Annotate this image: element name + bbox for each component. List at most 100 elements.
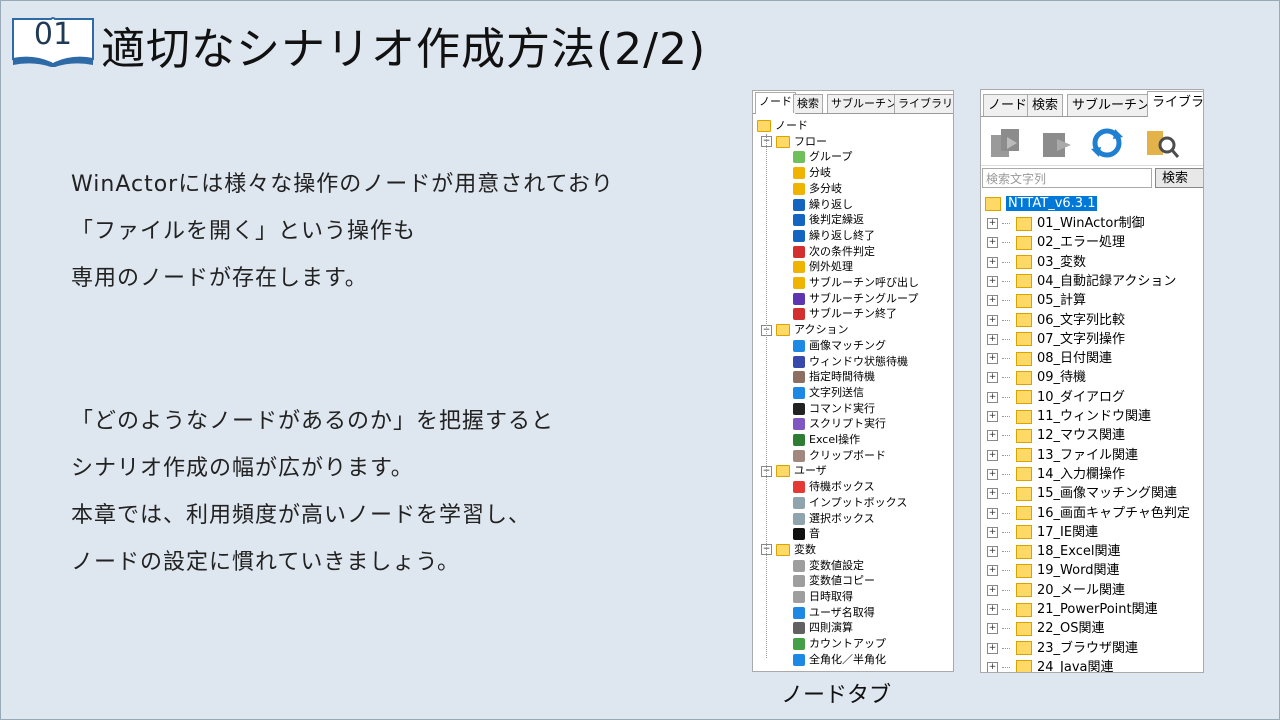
library-item[interactable]: +17_IE関連 bbox=[987, 523, 1098, 542]
tab-library[interactable]: ライブラリ bbox=[894, 94, 953, 113]
expand-icon[interactable]: + bbox=[987, 295, 998, 307]
tree-group[interactable]: − ユーザ bbox=[761, 463, 827, 479]
library-item[interactable]: +04_自動記録アクション bbox=[987, 272, 1176, 291]
tree-node-item[interactable]: 繰り返し終了 bbox=[793, 228, 875, 244]
tree-node-item[interactable]: 全角化／半角化 bbox=[793, 652, 886, 668]
tree-node-item[interactable]: 選択ボックス bbox=[793, 511, 875, 527]
expand-icon[interactable]: + bbox=[987, 488, 998, 500]
expand-icon[interactable]: + bbox=[987, 333, 998, 345]
tree-node-item[interactable]: 四則演算 bbox=[793, 620, 853, 636]
expand-icon[interactable]: + bbox=[987, 642, 998, 654]
tree-group[interactable]: − フロー bbox=[761, 134, 827, 150]
library-item[interactable]: +08_日付関連 bbox=[987, 349, 1112, 368]
expand-icon[interactable]: + bbox=[987, 623, 998, 635]
tree-node-item[interactable]: ウィンドウ状態待機 bbox=[793, 354, 908, 370]
tree-node-item[interactable]: インプットボックス bbox=[793, 495, 907, 511]
expand-icon[interactable]: + bbox=[987, 391, 998, 403]
expand-icon[interactable]: + bbox=[987, 353, 998, 365]
expand-icon[interactable]: + bbox=[987, 661, 998, 672]
library-item[interactable]: +05_計算 bbox=[987, 291, 1086, 310]
tree-group[interactable]: − 変数 bbox=[761, 542, 816, 558]
tree-node-item[interactable]: サブルーチン呼び出し bbox=[793, 275, 919, 291]
expand-icon[interactable]: + bbox=[987, 604, 998, 615]
expand-icon[interactable]: + bbox=[987, 411, 998, 422]
library-item[interactable]: +09_待機 bbox=[987, 368, 1086, 387]
tree-node-item[interactable]: 画像マッチング bbox=[793, 338, 886, 354]
tab-node[interactable]: ノード bbox=[755, 92, 796, 114]
library-item[interactable]: +24_Java関連 bbox=[987, 658, 1114, 672]
tree-node-item[interactable]: 後判定繰返 bbox=[793, 212, 864, 228]
library-item[interactable]: +07_文字列操作 bbox=[987, 330, 1125, 349]
tree-node-item[interactable]: クリップボード bbox=[793, 448, 886, 464]
tree-node-item[interactable]: コマンド実行 bbox=[793, 401, 875, 417]
expand-icon[interactable]: + bbox=[987, 218, 998, 229]
library-search-button[interactable]: 検索 bbox=[1155, 168, 1203, 188]
tree-node-item[interactable]: 次の条件判定 bbox=[793, 244, 875, 260]
library-item[interactable]: +02_エラー処理 bbox=[987, 233, 1125, 252]
library-item[interactable]: +23_ブラウザ関連 bbox=[987, 639, 1138, 658]
expand-icon[interactable]: + bbox=[987, 372, 998, 384]
tree-node-item[interactable]: 日時取得 bbox=[793, 589, 853, 605]
library-item[interactable]: +21_PowerPoint関連 bbox=[987, 600, 1158, 619]
open-folder-search-icon[interactable] bbox=[1145, 125, 1181, 161]
expand-icon[interactable]: + bbox=[987, 237, 998, 249]
tree-node-item[interactable]: 指定時間待機 bbox=[793, 369, 875, 385]
library-item[interactable]: +16_画面キャプチャ色判定 bbox=[987, 504, 1190, 523]
tab-node[interactable]: ノード bbox=[983, 94, 1033, 116]
expand-icon[interactable]: + bbox=[987, 430, 998, 442]
export-icon[interactable] bbox=[1039, 125, 1075, 161]
tree-node-item[interactable]: サブルーチングループ bbox=[793, 291, 918, 307]
import-icon[interactable] bbox=[987, 125, 1023, 161]
tree-node-item[interactable]: カウントアップ bbox=[793, 636, 886, 652]
tree-node-item[interactable]: スクリプト実行 bbox=[793, 416, 886, 432]
tab-subroutine[interactable]: サブルーチン bbox=[827, 94, 901, 113]
library-item[interactable]: +10_ダイアログ bbox=[987, 388, 1125, 407]
tree-node-item[interactable]: ユーザ名取得 bbox=[793, 605, 875, 621]
library-search-input[interactable]: 検索文字列 bbox=[982, 168, 1152, 188]
library-item[interactable]: +14_入力欄操作 bbox=[987, 465, 1125, 484]
library-item[interactable]: +22_OS関連 bbox=[987, 619, 1105, 638]
library-root[interactable]: NTTAT_v6.3.1 bbox=[985, 194, 1098, 213]
tree-node-item[interactable]: 音 bbox=[793, 526, 820, 542]
expand-icon[interactable]: + bbox=[987, 275, 998, 287]
library-item[interactable]: +20_メール関連 bbox=[987, 581, 1125, 600]
tab-search[interactable]: 検索 bbox=[793, 94, 823, 113]
expand-icon[interactable]: + bbox=[987, 256, 998, 268]
expand-icon[interactable]: + bbox=[987, 468, 998, 480]
expand-icon[interactable]: + bbox=[987, 507, 998, 519]
expand-icon[interactable]: + bbox=[987, 449, 998, 461]
tab-subroutine[interactable]: サブルーチン bbox=[1067, 94, 1156, 116]
expand-icon[interactable]: + bbox=[987, 546, 998, 558]
library-item[interactable]: +03_変数 bbox=[987, 253, 1086, 272]
tree-root[interactable]: ノード bbox=[757, 118, 808, 134]
library-item[interactable]: +13_ファイル関連 bbox=[987, 446, 1138, 465]
expand-icon[interactable]: + bbox=[987, 584, 998, 596]
tree-node-item-label: 画像マッチング bbox=[809, 338, 886, 352]
tree-node-item[interactable]: 変数値設定 bbox=[793, 558, 864, 574]
refresh-icon[interactable] bbox=[1089, 125, 1125, 161]
library-item[interactable]: +06_文字列比較 bbox=[987, 311, 1125, 330]
tree-node-item[interactable]: 多分岐 bbox=[793, 181, 842, 197]
library-item[interactable]: +11_ウィンドウ関連 bbox=[987, 407, 1151, 426]
library-item[interactable]: +15_画像マッチング関連 bbox=[987, 484, 1177, 503]
tree-node-item[interactable]: グループ bbox=[793, 149, 852, 165]
tree-node-item[interactable]: 待機ボックス bbox=[793, 479, 875, 495]
tree-node-item[interactable]: 繰り返し bbox=[793, 197, 853, 213]
expand-icon[interactable]: + bbox=[987, 314, 998, 326]
tree-node-item[interactable]: 例外処理 bbox=[793, 259, 853, 275]
tree-node-item[interactable]: Excel操作 bbox=[793, 432, 860, 448]
tree-node-item[interactable]: 分岐 bbox=[793, 165, 831, 181]
expand-icon[interactable]: + bbox=[987, 565, 998, 577]
tab-library[interactable]: ライブラリ bbox=[1147, 91, 1203, 117]
library-item[interactable]: +19_Word関連 bbox=[987, 561, 1119, 580]
library-item[interactable]: +12_マウス関連 bbox=[987, 426, 1125, 445]
tab-search[interactable]: 検索 bbox=[1027, 94, 1064, 116]
node-icon bbox=[793, 402, 805, 415]
expand-icon[interactable]: + bbox=[987, 526, 998, 538]
tree-node-item[interactable]: サブルーチン終了 bbox=[793, 306, 897, 322]
tree-node-item[interactable]: 変数値コピー bbox=[793, 573, 875, 589]
tree-node-item[interactable]: 文字列送信 bbox=[793, 385, 864, 401]
library-item[interactable]: +18_Excel関連 bbox=[987, 542, 1120, 561]
tree-group[interactable]: − アクション bbox=[761, 322, 848, 338]
library-item[interactable]: +01_WinActor制御 bbox=[987, 214, 1145, 233]
